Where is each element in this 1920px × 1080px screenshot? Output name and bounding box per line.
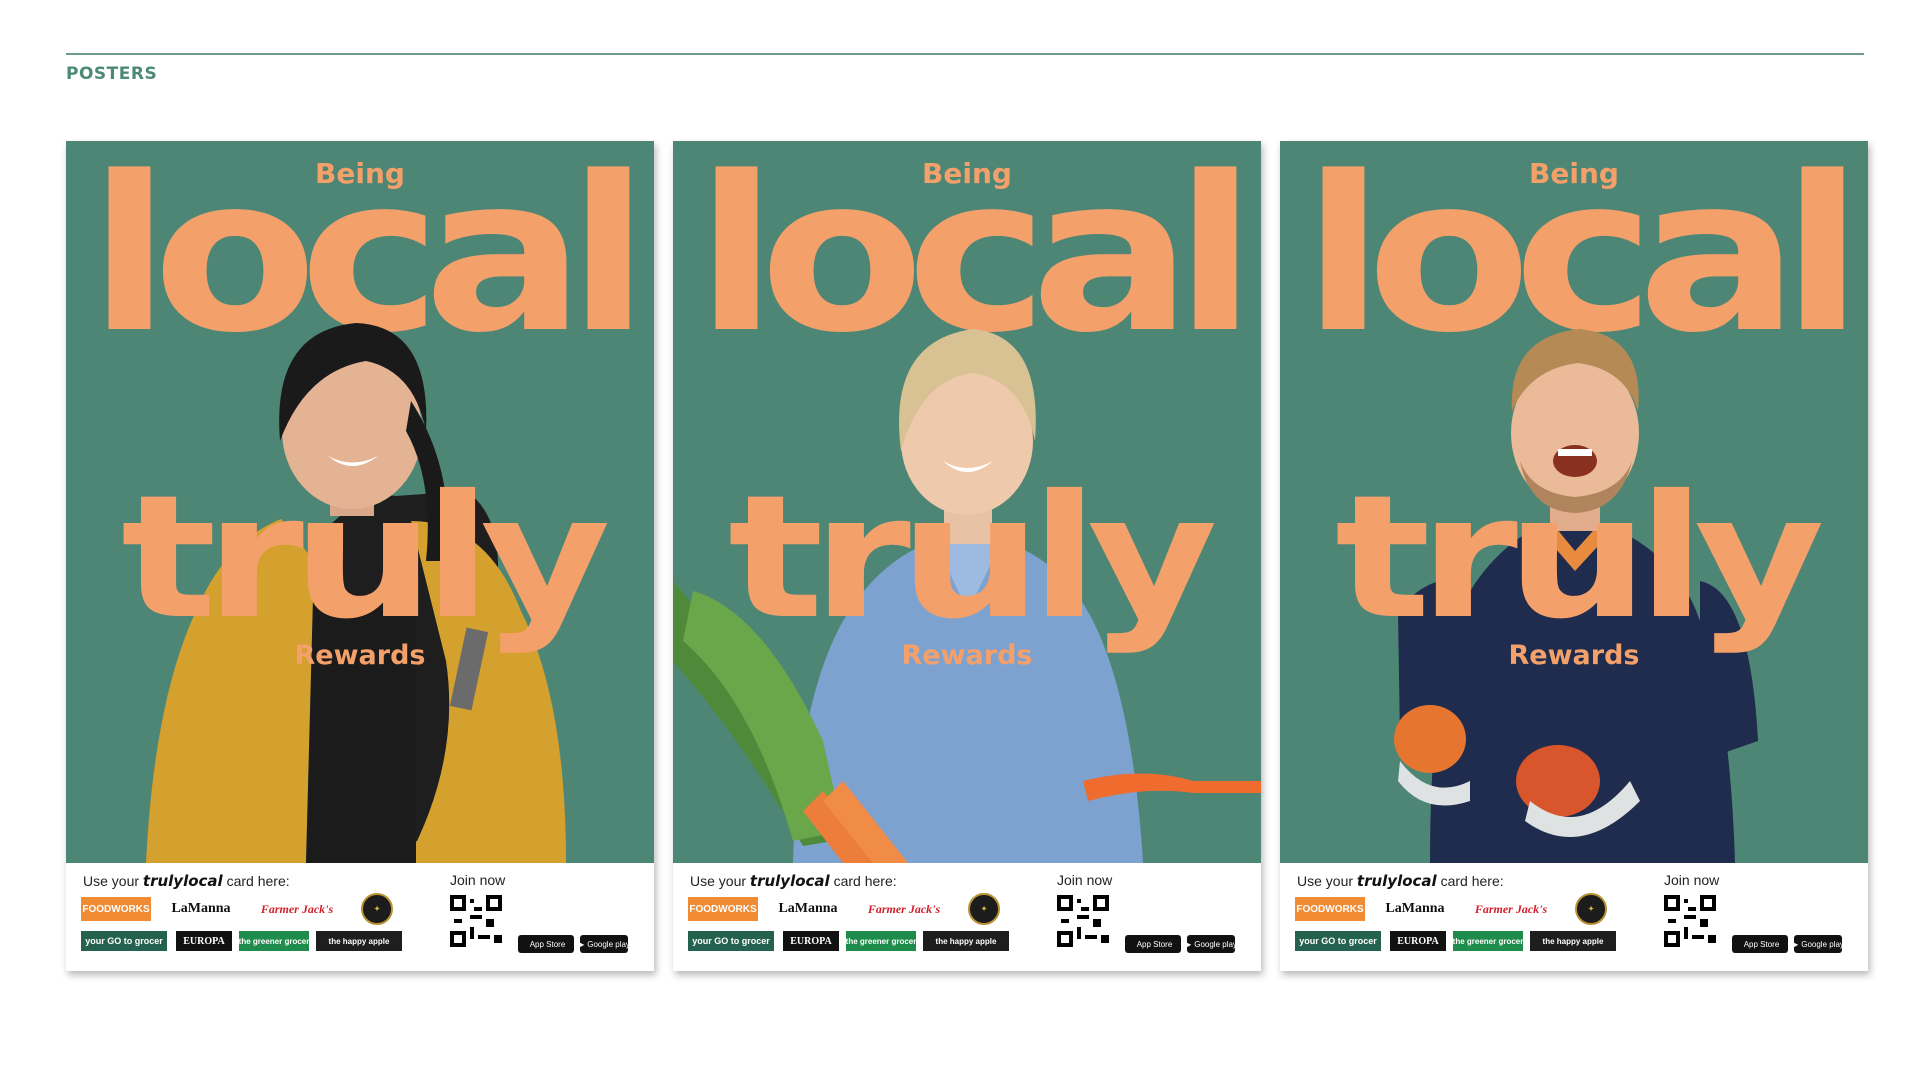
poster-artwork: Being local truly Rewards: [66, 141, 654, 863]
app-store-label: App Store: [1136, 939, 1173, 949]
seal-logo: ✦: [1575, 893, 1607, 925]
go-to-grocer-logo: your GO to grocer: [688, 931, 774, 951]
use-card-line: Use your trulylocal card here:: [1297, 872, 1504, 890]
app-store-badge[interactable]: App Store: [1732, 935, 1788, 953]
use-suffix: card here:: [833, 873, 897, 889]
seal-logo: ✦: [968, 893, 1000, 925]
google-play-badge[interactable]: ▶ Google play: [1792, 935, 1844, 953]
lamanna-logo: LaManna: [171, 901, 231, 916]
seal-logo: ✦: [361, 893, 393, 925]
trulylocal-brand: trulylocal: [1356, 872, 1437, 890]
qr-code-icon: [1057, 895, 1109, 947]
section-title: POSTERS: [66, 64, 158, 84]
poster-footer: Use your trulylocal card here: Join now …: [673, 863, 1261, 971]
poster-1: Being local truly Rewards Use your truly…: [66, 141, 654, 971]
go-to-grocer-logo: your GO to grocer: [1295, 931, 1381, 951]
farmer-jacks-logo: Farmer Jack's: [867, 901, 941, 916]
join-now-label: Join now: [450, 872, 506, 888]
app-store-label: App Store: [529, 939, 566, 949]
happy-apple-logo: the happy apple: [923, 931, 1009, 951]
farmer-jacks-logo: Farmer Jack's: [260, 901, 334, 916]
poster-2: Being local truly Rewards Use your truly…: [673, 141, 1261, 971]
use-suffix: card here:: [226, 873, 290, 889]
trulylocal-brand: trulylocal: [142, 872, 223, 890]
lamanna-logo: LaManna: [778, 901, 838, 916]
poster-truly-text: truly: [120, 459, 611, 657]
app-store-label: App Store: [1743, 939, 1780, 949]
use-suffix: card here:: [1440, 873, 1504, 889]
google-play-icon: ▶: [578, 939, 585, 949]
europa-logo: EUROPA: [176, 931, 232, 951]
happy-apple-logo: the happy apple: [316, 931, 402, 951]
header-rule: [66, 53, 1864, 55]
farmer-jacks-logo: Farmer Jack's: [1474, 901, 1548, 916]
join-now-label: Join now: [1057, 872, 1113, 888]
use-prefix: Use your: [690, 873, 747, 889]
app-store-badge[interactable]: App Store: [518, 935, 574, 953]
foodworks-logo: FOODWORKS: [1295, 897, 1365, 921]
go-to-grocer-logo: your GO to grocer: [81, 931, 167, 951]
poster-truly-text: truly: [1334, 459, 1825, 657]
google-play-badge[interactable]: ▶ Google play: [1185, 935, 1237, 953]
google-play-label: Google play: [1801, 939, 1844, 949]
europa-logo: EUROPA: [1390, 931, 1446, 951]
use-prefix: Use your: [1297, 873, 1354, 889]
poster-rewards-text: Rewards: [1508, 640, 1640, 671]
poster-3: Being local truly Rewards Use your truly…: [1280, 141, 1868, 971]
google-play-label: Google play: [587, 939, 630, 949]
poster-footer: Use your trulylocal card here: Join now …: [1280, 863, 1868, 971]
join-now-label: Join now: [1664, 872, 1720, 888]
poster-rewards-text: Rewards: [294, 640, 426, 671]
google-play-label: Google play: [1194, 939, 1237, 949]
poster-rewards-text: Rewards: [901, 640, 1033, 671]
poster-truly-text: truly: [727, 459, 1218, 657]
use-card-line: Use your trulylocal card here:: [83, 872, 290, 890]
poster-artwork: Being local truly Rewards: [1280, 141, 1868, 863]
poster-footer: Use your trulylocal card here: Join now …: [66, 863, 654, 971]
greener-grocer-logo: the greener grocer: [846, 931, 916, 951]
foodworks-logo: FOODWORKS: [81, 897, 151, 921]
trulylocal-brand: trulylocal: [749, 872, 830, 890]
foodworks-logo: FOODWORKS: [688, 897, 758, 921]
happy-apple-logo: the happy apple: [1530, 931, 1616, 951]
use-prefix: Use your: [83, 873, 140, 889]
app-store-badge[interactable]: App Store: [1125, 935, 1181, 953]
europa-logo: EUROPA: [783, 931, 839, 951]
use-card-line: Use your trulylocal card here:: [690, 872, 897, 890]
lamanna-logo: LaManna: [1385, 901, 1445, 916]
qr-code-icon: [450, 895, 502, 947]
greener-grocer-logo: the greener grocer: [239, 931, 309, 951]
google-play-badge[interactable]: ▶ Google play: [578, 935, 630, 953]
google-play-icon: ▶: [1792, 939, 1799, 949]
greener-grocer-logo: the greener grocer: [1453, 931, 1523, 951]
poster-artwork: Being local truly Rewards: [673, 141, 1261, 863]
google-play-icon: ▶: [1185, 939, 1192, 949]
qr-code-icon: [1664, 895, 1716, 947]
